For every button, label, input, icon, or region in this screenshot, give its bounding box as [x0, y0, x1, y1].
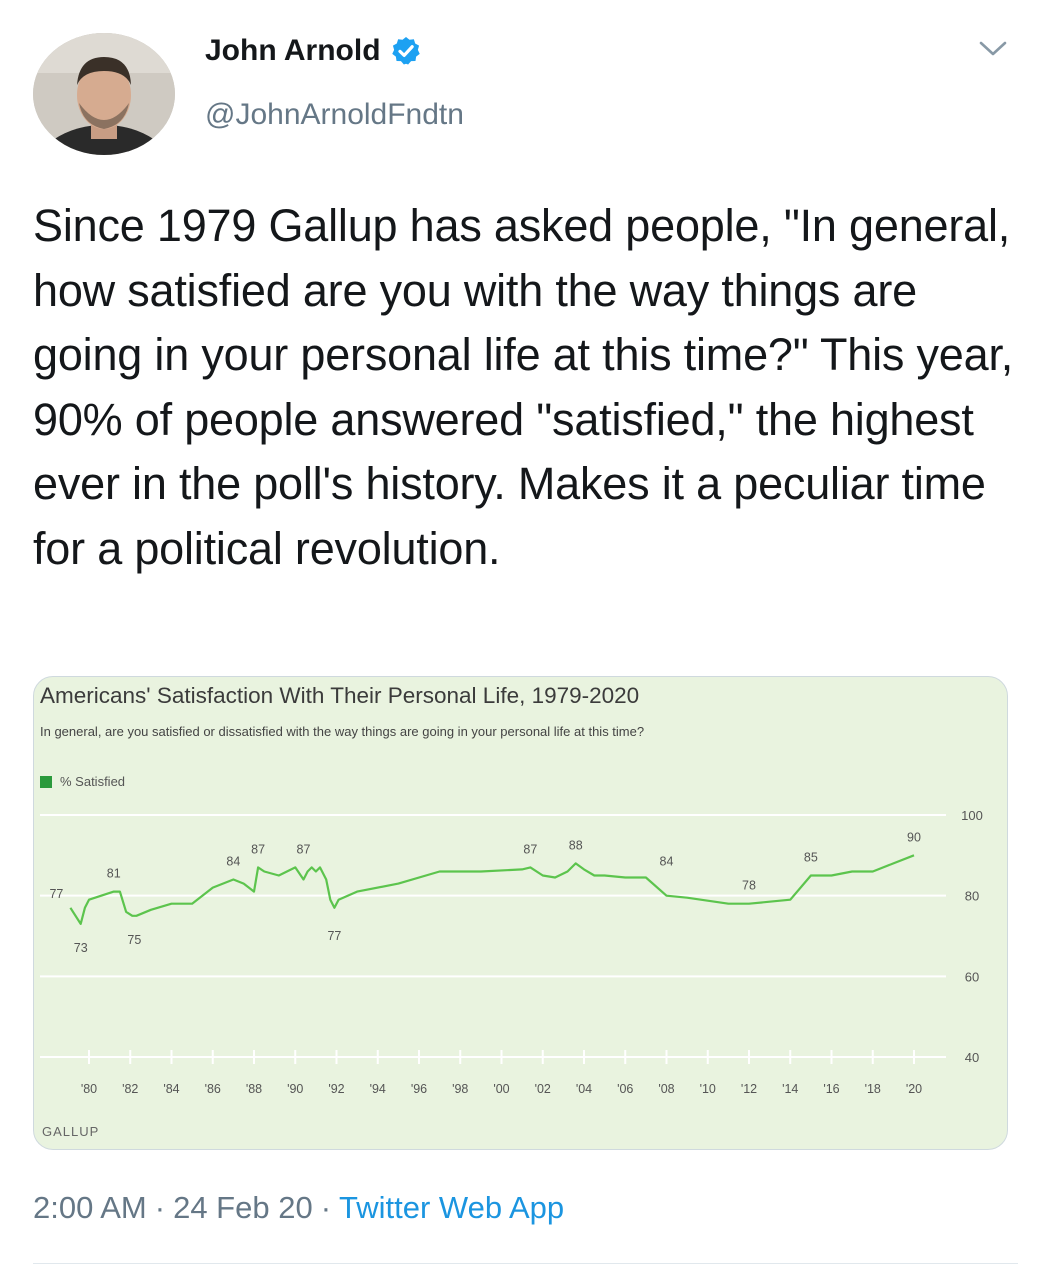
x-tick-label: '88 [246, 1082, 262, 1096]
data-label: 87 [297, 842, 311, 856]
x-tick-label: '98 [452, 1082, 468, 1096]
y-tick-label: 100 [961, 808, 983, 823]
x-tick-label: '08 [658, 1082, 674, 1096]
data-label: 87 [523, 842, 537, 856]
author-avatar[interactable] [33, 33, 175, 155]
chevron-down-icon[interactable] [975, 34, 1011, 62]
data-label: 88 [569, 838, 583, 852]
x-tick-label: '86 [205, 1082, 221, 1096]
x-tick-label: '90 [287, 1082, 303, 1096]
tweet-meta: 2:00 AM · 24 Feb 20 · Twitter Web App [33, 1190, 564, 1226]
series-line [69, 854, 915, 925]
data-label: 84 [226, 855, 240, 869]
data-label: 90 [907, 830, 921, 844]
x-tick-label: '82 [122, 1082, 138, 1096]
author-handle[interactable]: @JohnArnoldFndtn [205, 98, 464, 132]
data-label: 84 [660, 855, 674, 869]
data-label: 81 [107, 867, 121, 881]
data-label: 73 [74, 941, 88, 955]
verified-badge-icon [391, 37, 420, 65]
data-label: 78 [742, 879, 756, 893]
line-chart: 40 60 80 100 '80 '82 '84 '86 '88 '90 '92 '94 '96 '98 '… [40, 808, 983, 1096]
gallup-logo: GALLUP [42, 1124, 100, 1139]
x-tick-label: '02 [535, 1082, 551, 1096]
x-tick-label: '12 [741, 1082, 757, 1096]
data-label: 77 [49, 887, 63, 901]
tweet-date[interactable]: 24 Feb 20 [173, 1190, 313, 1226]
x-tick-label: '10 [700, 1082, 716, 1096]
y-tick-label: 40 [965, 1050, 979, 1065]
data-label: 77 [327, 929, 341, 943]
author-name[interactable]: John Arnold [205, 34, 381, 68]
y-tick-label: 60 [965, 969, 979, 984]
meta-separator: · [320, 1190, 332, 1225]
x-tick-label: '16 [823, 1082, 839, 1096]
tweet-text: Since 1979 Gallup has asked people, "In … [33, 200, 1014, 574]
data-label: 87 [251, 842, 265, 856]
data-label: 85 [804, 851, 818, 865]
x-tick-label: '96 [411, 1082, 427, 1096]
y-tick-label: 80 [965, 889, 979, 904]
data-label: 75 [127, 933, 141, 947]
x-tick-label: '04 [576, 1082, 592, 1096]
x-tick-label: '20 [906, 1082, 922, 1096]
x-tick-label: '00 [493, 1082, 509, 1096]
tweet-time[interactable]: 2:00 AM [33, 1190, 147, 1226]
x-tick-label: '80 [81, 1082, 97, 1096]
x-tick-label: '94 [370, 1082, 386, 1096]
x-tick-label: '06 [617, 1082, 633, 1096]
x-tick-label: '92 [328, 1082, 344, 1096]
x-tick-label: '14 [782, 1082, 798, 1096]
meta-separator: · [154, 1190, 166, 1225]
divider [33, 1263, 1018, 1264]
x-tick-label: '84 [163, 1082, 179, 1096]
x-tick-label: '18 [865, 1082, 881, 1096]
chart-card[interactable]: Americans' Satisfaction With Their Perso… [33, 676, 1008, 1150]
tweet-source[interactable]: Twitter Web App [339, 1190, 564, 1226]
